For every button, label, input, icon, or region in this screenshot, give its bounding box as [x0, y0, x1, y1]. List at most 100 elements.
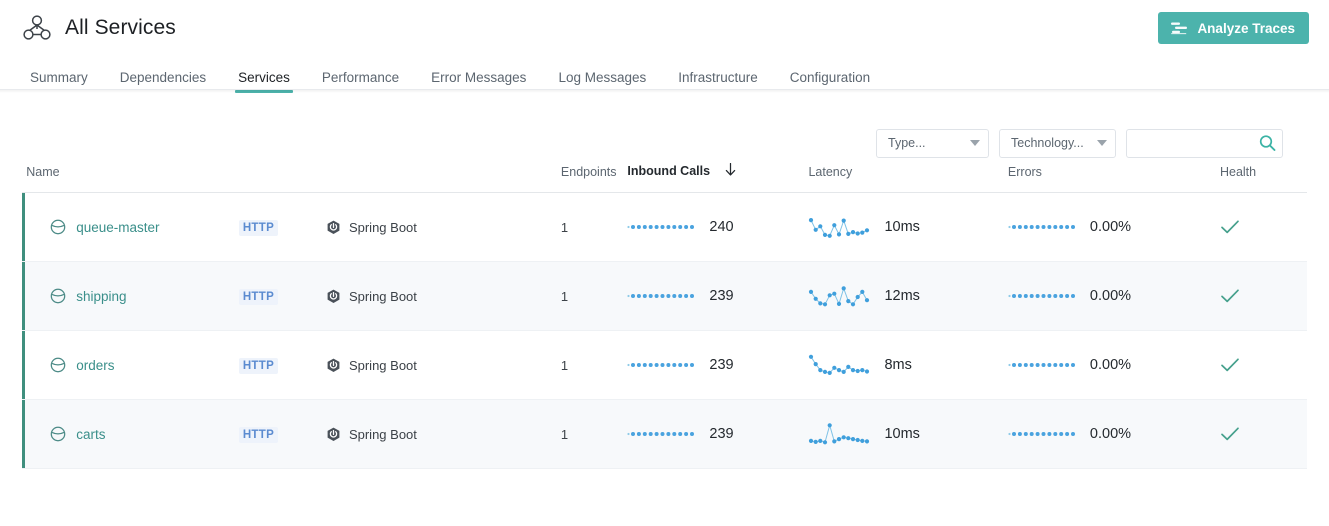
check-icon	[1220, 288, 1240, 304]
endpoints-value: 1	[561, 289, 568, 304]
cell-latency: 10ms	[808, 400, 1001, 469]
header-top-bar: All Services Analyze Traces	[0, 0, 1329, 56]
table-header-row: Name Endpoints Inbound Calls Latency	[22, 163, 1307, 193]
service-cylinder-icon	[50, 219, 66, 235]
col-label-name: Name	[26, 165, 59, 179]
cell-technology: Spring Boot	[326, 400, 528, 469]
search-box[interactable]	[1126, 129, 1283, 158]
cell-protocol: HTTP	[239, 400, 326, 469]
cell-health	[1206, 400, 1307, 469]
cell-technology: Spring Boot	[326, 331, 528, 400]
tab-label: Summary	[30, 70, 88, 85]
row-accent-bar	[22, 400, 25, 468]
tab-label: Log Messages	[558, 70, 646, 85]
table-row[interactable]: shippingHTTPSpring Boot123912ms0.00%	[22, 262, 1307, 331]
col-label-latency: Latency	[808, 165, 852, 179]
cell-latency: 8ms	[808, 331, 1001, 400]
latency-value: 8ms	[884, 357, 911, 373]
col-label-inbound-calls: Inbound Calls	[627, 164, 710, 178]
filter-bar: Type... Technology...	[22, 93, 1307, 163]
cell-technology: Spring Boot	[326, 262, 528, 331]
col-header-name[interactable]: Name	[26, 163, 528, 193]
health-status-badge	[1220, 357, 1307, 373]
table-row[interactable]: ordersHTTPSpring Boot12398ms0.00%	[22, 331, 1307, 400]
cell-service-name[interactable]: shipping	[26, 262, 239, 331]
service-name-link[interactable]: queue-master	[76, 220, 159, 235]
type-filter-label: Type...	[888, 136, 926, 150]
service-cylinder-icon	[50, 357, 66, 373]
health-status-badge	[1220, 426, 1307, 442]
app-header: All Services Analyze Traces Summary Depe…	[0, 0, 1329, 93]
cell-inbound-calls: 239	[621, 400, 808, 469]
errors-sparkline	[1008, 218, 1076, 236]
technology-label: Spring Boot	[349, 427, 417, 442]
service-name-link[interactable]: carts	[76, 427, 105, 442]
col-header-latency[interactable]: Latency	[808, 163, 1001, 193]
check-icon	[1220, 219, 1240, 235]
col-header-errors[interactable]: Errors	[1002, 163, 1206, 193]
cell-technology: Spring Boot	[326, 193, 528, 262]
table-head: Name Endpoints Inbound Calls Latency	[22, 163, 1307, 193]
errors-value: 0.00%	[1090, 288, 1131, 304]
cell-service-name[interactable]: queue-master	[26, 193, 239, 262]
analyze-traces-button[interactable]: Analyze Traces	[1158, 12, 1309, 44]
latency-value: 10ms	[884, 219, 919, 235]
errors-value: 0.00%	[1090, 426, 1131, 442]
latency-sparkline	[808, 350, 870, 380]
cell-health	[1206, 193, 1307, 262]
main-tabs: Summary Dependencies Services Performanc…	[0, 56, 1329, 93]
col-label-errors: Errors	[1008, 165, 1042, 179]
check-icon	[1220, 357, 1240, 373]
endpoints-value: 1	[561, 427, 568, 442]
traces-waterfall-icon	[1170, 21, 1188, 35]
cell-protocol: HTTP	[239, 262, 326, 331]
tab-label: Configuration	[790, 70, 870, 85]
protocol-badge: HTTP	[239, 427, 278, 443]
check-icon	[1220, 426, 1240, 442]
cell-endpoints: 1	[528, 262, 622, 331]
technology-filter-select[interactable]: Technology...	[999, 129, 1116, 158]
inbound-calls-sparkline	[627, 218, 695, 236]
protocol-badge: HTTP	[239, 358, 278, 374]
cell-errors: 0.00%	[1002, 262, 1206, 331]
health-status-badge	[1220, 219, 1307, 235]
endpoints-value: 1	[561, 220, 568, 235]
search-icon[interactable]	[1259, 135, 1276, 152]
service-name-link[interactable]: orders	[76, 358, 114, 373]
col-header-health[interactable]: Health	[1206, 163, 1307, 193]
latency-value: 10ms	[884, 426, 919, 442]
cell-service-name[interactable]: orders	[26, 331, 239, 400]
inbound-calls-sparkline	[627, 425, 695, 443]
table-row[interactable]: queue-master HTTP Spring Boot 1 240 10ms 0.00%	[22, 193, 1307, 262]
latency-sparkline	[808, 281, 870, 311]
services-topology-icon	[22, 14, 52, 42]
table-row[interactable]: carts HTTP Spring Boot 1 239 10ms 0.00%	[22, 400, 1307, 469]
col-header-inbound-calls[interactable]: Inbound Calls	[621, 163, 808, 193]
col-header-endpoints[interactable]: Endpoints	[528, 163, 622, 193]
errors-value: 0.00%	[1090, 219, 1131, 235]
services-table: Name Endpoints Inbound Calls Latency	[22, 163, 1307, 469]
service-name-link[interactable]: shipping	[76, 289, 126, 304]
endpoints-value: 1	[561, 358, 568, 373]
cell-errors: 0.00%	[1002, 193, 1206, 262]
chevron-down-icon	[1097, 140, 1107, 146]
type-filter-select[interactable]: Type...	[876, 129, 989, 158]
technology-filter-label: Technology...	[1011, 136, 1084, 150]
inbound-calls-value: 239	[709, 426, 733, 442]
protocol-badge: HTTP	[239, 220, 278, 236]
cell-endpoints: 1	[528, 331, 622, 400]
cell-inbound-calls: 240	[621, 193, 808, 262]
col-label-endpoints: Endpoints	[561, 165, 617, 179]
inbound-calls-sparkline	[627, 287, 695, 305]
health-status-badge	[1220, 288, 1307, 304]
cell-health	[1206, 331, 1307, 400]
cell-inbound-calls: 239	[621, 331, 808, 400]
cell-service-name[interactable]: carts	[26, 400, 239, 469]
technology-label: Spring Boot	[349, 358, 417, 373]
technology-label: Spring Boot	[349, 289, 417, 304]
tab-label: Services	[238, 70, 290, 85]
protocol-badge: HTTP	[239, 289, 278, 305]
errors-sparkline	[1008, 425, 1076, 443]
chevron-down-icon	[970, 140, 980, 146]
row-accent-bar	[22, 193, 25, 261]
